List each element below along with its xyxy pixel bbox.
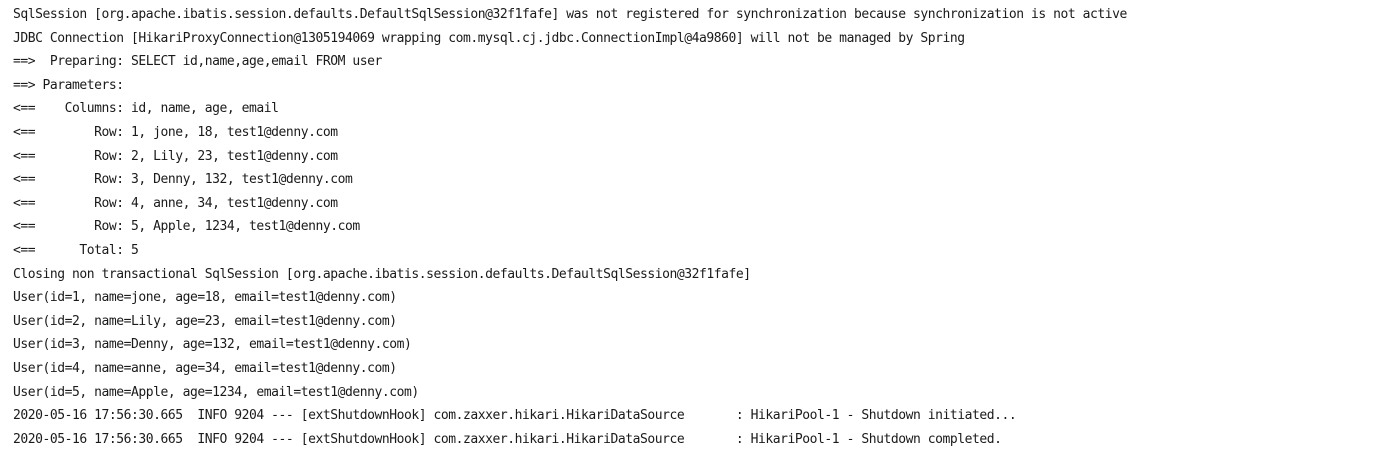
console-output: SqlSession [org.apache.ibatis.session.de… <box>0 0 1381 460</box>
log-line-user: User(id=2, name=Lily, age=23, email=test… <box>13 313 397 329</box>
log-line-row: <== Row: 2, Lily, 23, test1@denny.com <box>13 148 338 164</box>
log-line-parameters: ==> Parameters: <box>13 77 132 93</box>
log-line-total: <== Total: 5 <box>13 242 139 258</box>
log-line-user: User(id=1, name=jone, age=18, email=test… <box>13 290 397 306</box>
log-line-sqlsession-not-registered: SqlSession [org.apache.ibatis.session.de… <box>13 7 1127 22</box>
log-line-shutdown-initiated: 2020-05-16 17:56:30.665 INFO 9204 --- [e… <box>13 408 1017 424</box>
log-line-columns: <== Columns: id, name, age, email <box>13 101 279 117</box>
log-line-row: <== Row: 4, anne, 34, test1@denny.com <box>13 195 338 211</box>
log-line-row: <== Row: 1, jone, 18, test1@denny.com <box>13 124 338 140</box>
log-line-user: User(id=3, name=Denny, age=132, email=te… <box>13 337 412 353</box>
log-line-user: User(id=5, name=Apple, age=1234, email=t… <box>13 384 419 400</box>
log-line-row: <== Row: 3, Denny, 132, test1@denny.com <box>13 172 353 188</box>
log-line-user: User(id=4, name=anne, age=34, email=test… <box>13 360 397 376</box>
log-line-closing-session: Closing non transactional SqlSession [or… <box>13 266 751 282</box>
log-line-preparing: ==> Preparing: SELECT id,name,age,email … <box>13 54 382 70</box>
log-line-shutdown-completed: 2020-05-16 17:56:30.665 INFO 9204 --- [e… <box>13 431 1002 447</box>
log-line-row: <== Row: 5, Apple, 1234, test1@denny.com <box>13 219 360 235</box>
log-line-jdbc-connection: JDBC Connection [HikariProxyConnection@1… <box>13 30 965 46</box>
